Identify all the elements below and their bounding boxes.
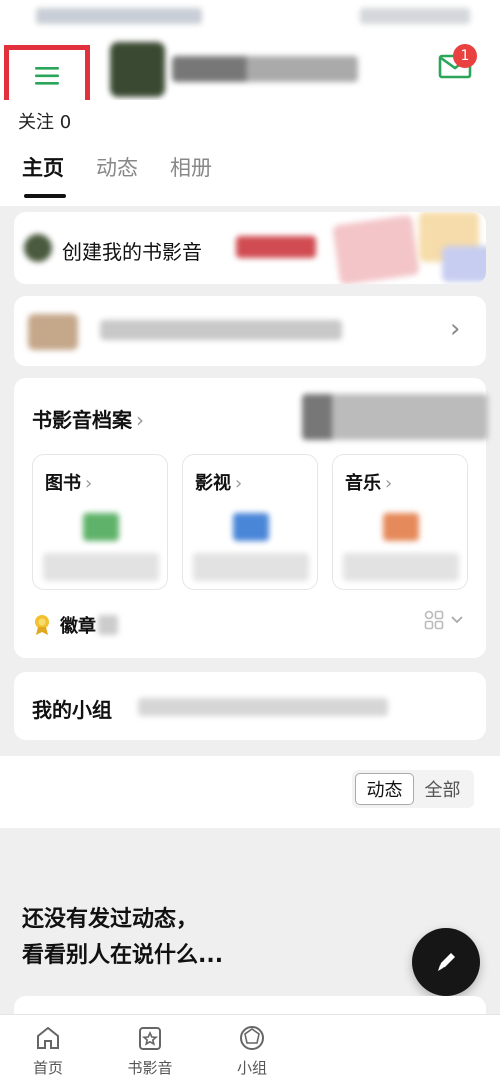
menu-button[interactable] xyxy=(4,45,90,107)
medal-icon xyxy=(35,615,49,635)
nav-groups[interactable]: 小组 xyxy=(212,1023,292,1078)
movie-caption-blurred xyxy=(193,553,309,581)
tab-home[interactable]: 主页 xyxy=(22,152,64,182)
chevron-down-icon xyxy=(451,616,463,624)
mail-badge: 1 xyxy=(453,44,477,68)
chevron-right-icon: › xyxy=(385,473,393,494)
media-archive-card: 书影音档案 › 图书 › 影视 › 音乐 › 徽章 xyxy=(14,378,488,658)
chevron-right-icon: › xyxy=(450,314,461,344)
profile-header: 1 xyxy=(0,36,500,107)
badge-row[interactable]: 徽章 xyxy=(32,612,118,638)
entry-card-text-blurred xyxy=(100,320,342,340)
category-book[interactable]: 图书 › xyxy=(32,454,168,590)
pen-icon xyxy=(438,953,455,971)
music-caption-blurred xyxy=(343,553,459,581)
nav-media[interactable]: 书影音 xyxy=(110,1023,190,1078)
status-right-blurred xyxy=(360,8,470,24)
empty-line-2: 看看别人在说什么... xyxy=(22,943,224,968)
category-music[interactable]: 音乐 › xyxy=(332,454,468,590)
book-icon xyxy=(83,513,119,541)
movie-icon xyxy=(233,513,269,541)
status-left-blurred xyxy=(36,8,202,24)
status-bar xyxy=(0,0,500,36)
groups-title: 我的小组 xyxy=(32,698,112,722)
username-blurred xyxy=(172,56,358,82)
create-card-label: 创建我的书影音 xyxy=(62,240,202,264)
music-icon xyxy=(383,513,419,541)
star-card-icon xyxy=(139,1027,161,1050)
tab-album[interactable]: 相册 xyxy=(170,152,212,182)
group-icon xyxy=(240,1026,264,1050)
active-tab-indicator xyxy=(24,194,66,198)
entry-card-icon xyxy=(28,314,78,350)
bottom-nav: 首页 书影音 小组 xyxy=(0,1014,500,1084)
create-collection-card[interactable]: 创建我的书影音 xyxy=(14,212,486,284)
book-caption-blurred xyxy=(43,553,159,581)
decorative-card-pink xyxy=(332,214,420,284)
archive-blurred-info xyxy=(302,394,488,440)
badge-label: 徽章 xyxy=(60,616,96,637)
grid-icon xyxy=(424,610,444,630)
filter-activity[interactable]: 动态 xyxy=(355,773,414,805)
empty-line-1: 还没有发过动态， xyxy=(22,907,199,932)
home-icon xyxy=(37,1026,59,1049)
compose-button[interactable] xyxy=(412,928,480,996)
blurred-entry-card[interactable]: › xyxy=(14,296,486,366)
feed-filter-toggle: 动态 全部 xyxy=(352,770,474,808)
my-groups-card[interactable]: 我的小组 xyxy=(14,672,486,740)
tab-activity[interactable]: 动态 xyxy=(96,152,138,182)
empty-feed-message: 还没有发过动态， 看看别人在说什么... xyxy=(22,902,223,974)
nav-home[interactable]: 首页 xyxy=(8,1023,88,1078)
follow-count[interactable]: 关注 0 xyxy=(18,108,71,134)
chevron-right-icon: › xyxy=(235,473,243,494)
archive-title[interactable]: 书影音档案 › xyxy=(32,404,144,433)
create-card-icon xyxy=(24,234,52,262)
view-toggle[interactable] xyxy=(424,610,464,630)
chevron-right-icon: › xyxy=(85,473,93,494)
avatar[interactable] xyxy=(110,42,165,97)
profile-tabs: 主页 动态 相册 xyxy=(22,152,212,182)
badge-blurred xyxy=(98,615,118,635)
category-movie[interactable]: 影视 › xyxy=(182,454,318,590)
filter-all[interactable]: 全部 xyxy=(414,773,471,805)
chevron-right-icon: › xyxy=(136,408,144,432)
create-card-blurred-tag xyxy=(236,236,316,258)
hamburger-icon xyxy=(35,67,59,85)
decorative-card-blue xyxy=(442,246,486,282)
groups-blurred-info xyxy=(138,698,388,716)
